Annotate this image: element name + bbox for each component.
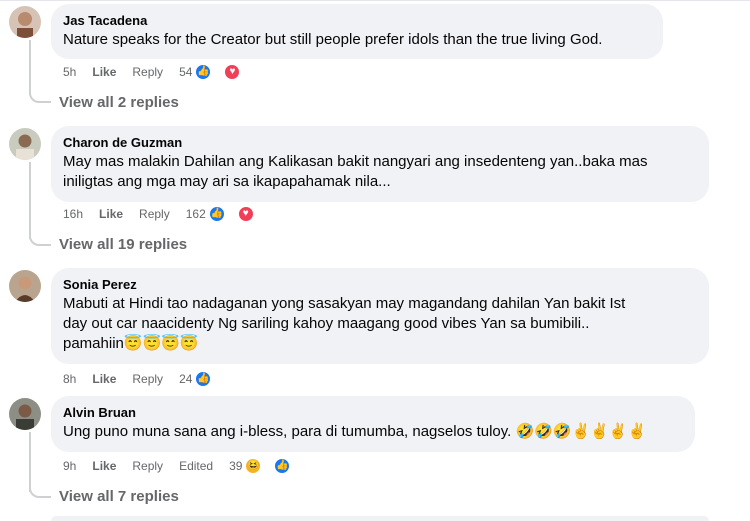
comment-text: Ung puno muna sana ang i-bless, para di … — [63, 423, 647, 440]
reactions[interactable]: 👍 ♥ — [207, 205, 271, 223]
comment-bubble: Alvin Bruan Ung puno muna sana ang i-ble… — [51, 396, 695, 452]
reply-button[interactable]: Reply — [139, 207, 170, 221]
heart-icon: ♥ — [236, 205, 255, 223]
like-button[interactable]: Like — [99, 207, 123, 221]
comment-actions: 5h Like Reply 54 👍 ♥ — [63, 62, 273, 82]
reactions[interactable]: 😆 👍 — [244, 457, 307, 475]
comment-author[interactable]: Sonia Perez — [63, 276, 697, 293]
next-comment-bubble — [51, 516, 709, 521]
comment-time[interactable]: 5h — [63, 65, 76, 79]
view-replies-link[interactable]: View all 2 replies — [59, 93, 179, 113]
like-button[interactable]: Like — [92, 65, 116, 79]
reply-button[interactable]: Reply — [132, 459, 163, 473]
reaction-count[interactable]: 24 — [179, 372, 192, 386]
laughing-face-icon: 😆 — [244, 457, 263, 475]
reply-button[interactable]: Reply — [132, 65, 163, 79]
avatar[interactable] — [9, 270, 41, 302]
reaction-count[interactable]: 54 — [179, 65, 192, 79]
heart-icon: ♥ — [223, 63, 242, 81]
reply-button[interactable]: Reply — [132, 372, 163, 386]
reply-connector — [29, 93, 51, 103]
comment-text-line: iniligtas ang mga may ari sa ikapapahama… — [63, 173, 391, 190]
comment-time[interactable]: 8h — [63, 372, 76, 386]
comment-bubble: Jas Tacadena Nature speaks for the Creat… — [51, 4, 663, 59]
thread-line — [29, 40, 31, 95]
view-replies-link[interactable]: View all 7 replies — [59, 487, 179, 507]
thumbs-up-icon: 👍 — [194, 63, 213, 81]
comment-time[interactable]: 16h — [63, 207, 83, 221]
top-divider — [0, 0, 750, 1]
reply-connector — [29, 488, 51, 498]
reply-connector — [29, 236, 51, 246]
comment-actions: 9h Like Reply Edited 39 😆 👍 — [63, 456, 323, 476]
reactions[interactable]: 👍 — [194, 370, 228, 388]
comment-actions: 16h Like Reply 162 👍 ♥ — [63, 204, 287, 224]
comment-text-line: Mabuti at Hindi tao nadaganan yong sasak… — [63, 295, 626, 312]
thread-line — [29, 432, 31, 492]
view-replies-link[interactable]: View all 19 replies — [59, 235, 187, 255]
comment-author[interactable]: Jas Tacadena — [63, 12, 651, 29]
thumbs-up-icon: 👍 — [273, 457, 292, 475]
comment-text-line: May mas malakin Dahilan ang Kalikasan ba… — [63, 153, 648, 170]
comment-time[interactable]: 9h — [63, 459, 76, 473]
like-button[interactable]: Like — [92, 459, 116, 473]
comment-bubble: Sonia Perez Mabuti at Hindi tao nadagana… — [51, 268, 709, 364]
comment-actions: 8h Like Reply 24 👍 — [63, 369, 244, 389]
edited-label: Edited — [179, 459, 214, 473]
reactions[interactable]: 👍 ♥ — [194, 63, 257, 81]
comment-author[interactable]: Charon de Guzman — [63, 134, 697, 151]
thumbs-up-icon: 👍 — [194, 370, 213, 388]
reaction-count[interactable]: 162 — [186, 207, 206, 221]
thumbs-up-icon: 👍 — [207, 205, 226, 223]
comment-author[interactable]: Alvin Bruan — [63, 404, 683, 421]
thread-line — [29, 162, 31, 239]
comment-text-line: pamahiin😇😇😇😇 — [63, 335, 199, 352]
comment-text-line: day out car naacidenty Ng sariling kahoy… — [63, 315, 590, 332]
comment-text: Nature speaks for the Creator but still … — [63, 31, 603, 48]
avatar[interactable] — [9, 128, 41, 160]
reaction-count[interactable]: 39 — [229, 459, 242, 473]
like-button[interactable]: Like — [92, 372, 116, 386]
comment-bubble: Charon de Guzman May mas malakin Dahilan… — [51, 126, 709, 202]
avatar[interactable] — [9, 6, 41, 38]
avatar[interactable] — [9, 398, 41, 430]
